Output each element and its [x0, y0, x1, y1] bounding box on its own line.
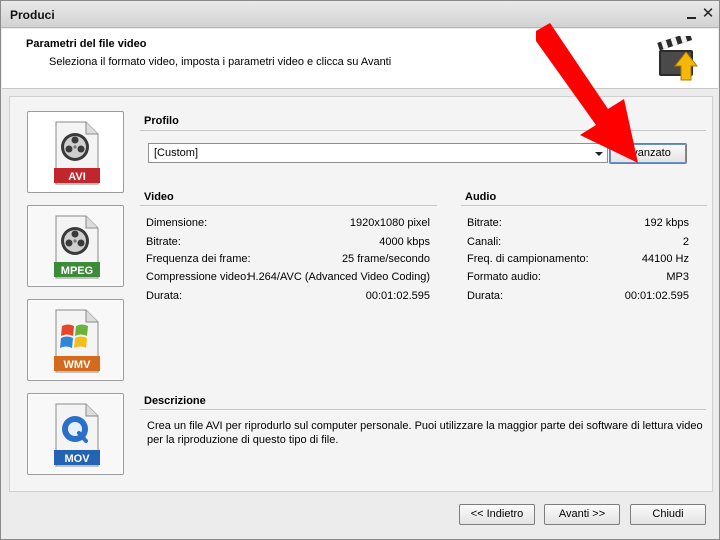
- audio-key: Freq. di campionamento:: [467, 253, 589, 265]
- close-icon: ✕: [701, 5, 715, 22]
- video-value: 4000 kbps: [379, 236, 430, 248]
- video-key: Compressione video:: [146, 271, 250, 283]
- profile-select[interactable]: [Custom]: [148, 143, 608, 163]
- audio-row-samplerate: Freq. di campionamento: 44100 Hz: [467, 253, 689, 267]
- description-section-title: Descrizione: [144, 395, 206, 407]
- video-row-duration: Durata: 00:01:02.595: [146, 290, 430, 304]
- audio-key: Durata:: [467, 290, 504, 302]
- video-key: Bitrate:: [146, 236, 181, 248]
- video-key: Frequenza dei frame:: [146, 253, 251, 265]
- format-wmv-button[interactable]: WMV: [27, 299, 124, 381]
- format-mpeg-button[interactable]: MPEG: [27, 205, 124, 287]
- video-row-bitrate: Bitrate: 4000 kbps: [146, 236, 430, 250]
- video-key: Durata:: [146, 290, 183, 302]
- close-button[interactable]: Chiudi: [630, 504, 706, 525]
- description-divider: [140, 409, 706, 410]
- audio-key: Bitrate:: [467, 217, 502, 229]
- video-divider: [140, 205, 437, 206]
- mpeg-file-icon: MPEG: [54, 215, 100, 279]
- audio-value: MP3: [666, 271, 689, 283]
- wmv-label: WMV: [64, 359, 92, 371]
- page-title: Parametri del file video: [26, 38, 147, 50]
- audio-value: 2: [682, 236, 689, 248]
- description-text: Crea un file AVI per riprodurlo sul comp…: [147, 420, 703, 446]
- window-title: Produci: [10, 8, 55, 22]
- audio-row-format: Formato audio: MP3: [467, 271, 689, 285]
- title-bar: Produci ✕: [1, 1, 719, 28]
- minimize-icon: [687, 17, 696, 19]
- profile-divider: [140, 130, 706, 131]
- audio-section-title: Audio: [465, 191, 497, 203]
- advanced-button[interactable]: Avanzato: [609, 143, 687, 164]
- main-panel: AVI MPEG WMV MOV Profilo [Custom] Avanza…: [9, 96, 713, 492]
- audio-key: Canali:: [467, 236, 502, 248]
- mov-file-icon: MOV: [54, 403, 100, 467]
- avi-file-icon: AVI: [54, 121, 100, 185]
- mov-label: MOV: [64, 453, 90, 465]
- clapperboard-upload-icon: [657, 36, 699, 81]
- audio-key: Formato audio:: [467, 271, 541, 283]
- video-value: 1920x1080 pixel: [349, 217, 430, 229]
- minimize-button[interactable]: [685, 7, 699, 21]
- produci-window: Produci ✕ Parametri del file video Selez…: [0, 0, 720, 540]
- video-value: 00:01:02.595: [365, 290, 430, 302]
- video-value: H.264/AVC (Advanced Video Coding): [247, 271, 430, 283]
- video-row-compression: Compressione video: H.264/AVC (Advanced …: [146, 271, 430, 285]
- profile-select-value: [Custom]: [154, 147, 199, 159]
- audio-value: 44100 Hz: [641, 253, 689, 265]
- mpeg-label: MPEG: [61, 265, 93, 277]
- video-section-title: Video: [144, 191, 174, 203]
- audio-row-channels: Canali: 2: [467, 236, 689, 250]
- video-value: 25 frame/secondo: [341, 253, 430, 265]
- chevron-down-icon[interactable]: [595, 152, 603, 156]
- avi-label: AVI: [68, 171, 86, 183]
- video-row-dimension: Dimensione: 1920x1080 pixel: [146, 217, 430, 231]
- wizard-header: Parametri del file video Seleziona il fo…: [2, 29, 718, 89]
- close-window-button[interactable]: ✕: [701, 5, 715, 22]
- video-key: Dimensione:: [146, 217, 208, 229]
- video-row-framerate: Frequenza dei frame: 25 frame/secondo: [146, 253, 430, 267]
- format-mov-button[interactable]: MOV: [27, 393, 124, 475]
- page-subtitle: Seleziona il formato video, imposta i pa…: [49, 56, 392, 68]
- audio-row-duration: Durata: 00:01:02.595: [467, 290, 689, 304]
- wmv-file-icon: WMV: [54, 309, 100, 373]
- format-avi-button[interactable]: AVI: [27, 111, 124, 193]
- audio-value: 00:01:02.595: [624, 290, 689, 302]
- audio-row-bitrate: Bitrate: 192 kbps: [467, 217, 689, 231]
- profile-section-title: Profilo: [144, 115, 179, 127]
- audio-divider: [461, 205, 707, 206]
- next-button[interactable]: Avanti >>: [544, 504, 620, 525]
- back-button[interactable]: << Indietro: [459, 504, 535, 525]
- audio-value: 192 kbps: [644, 217, 689, 229]
